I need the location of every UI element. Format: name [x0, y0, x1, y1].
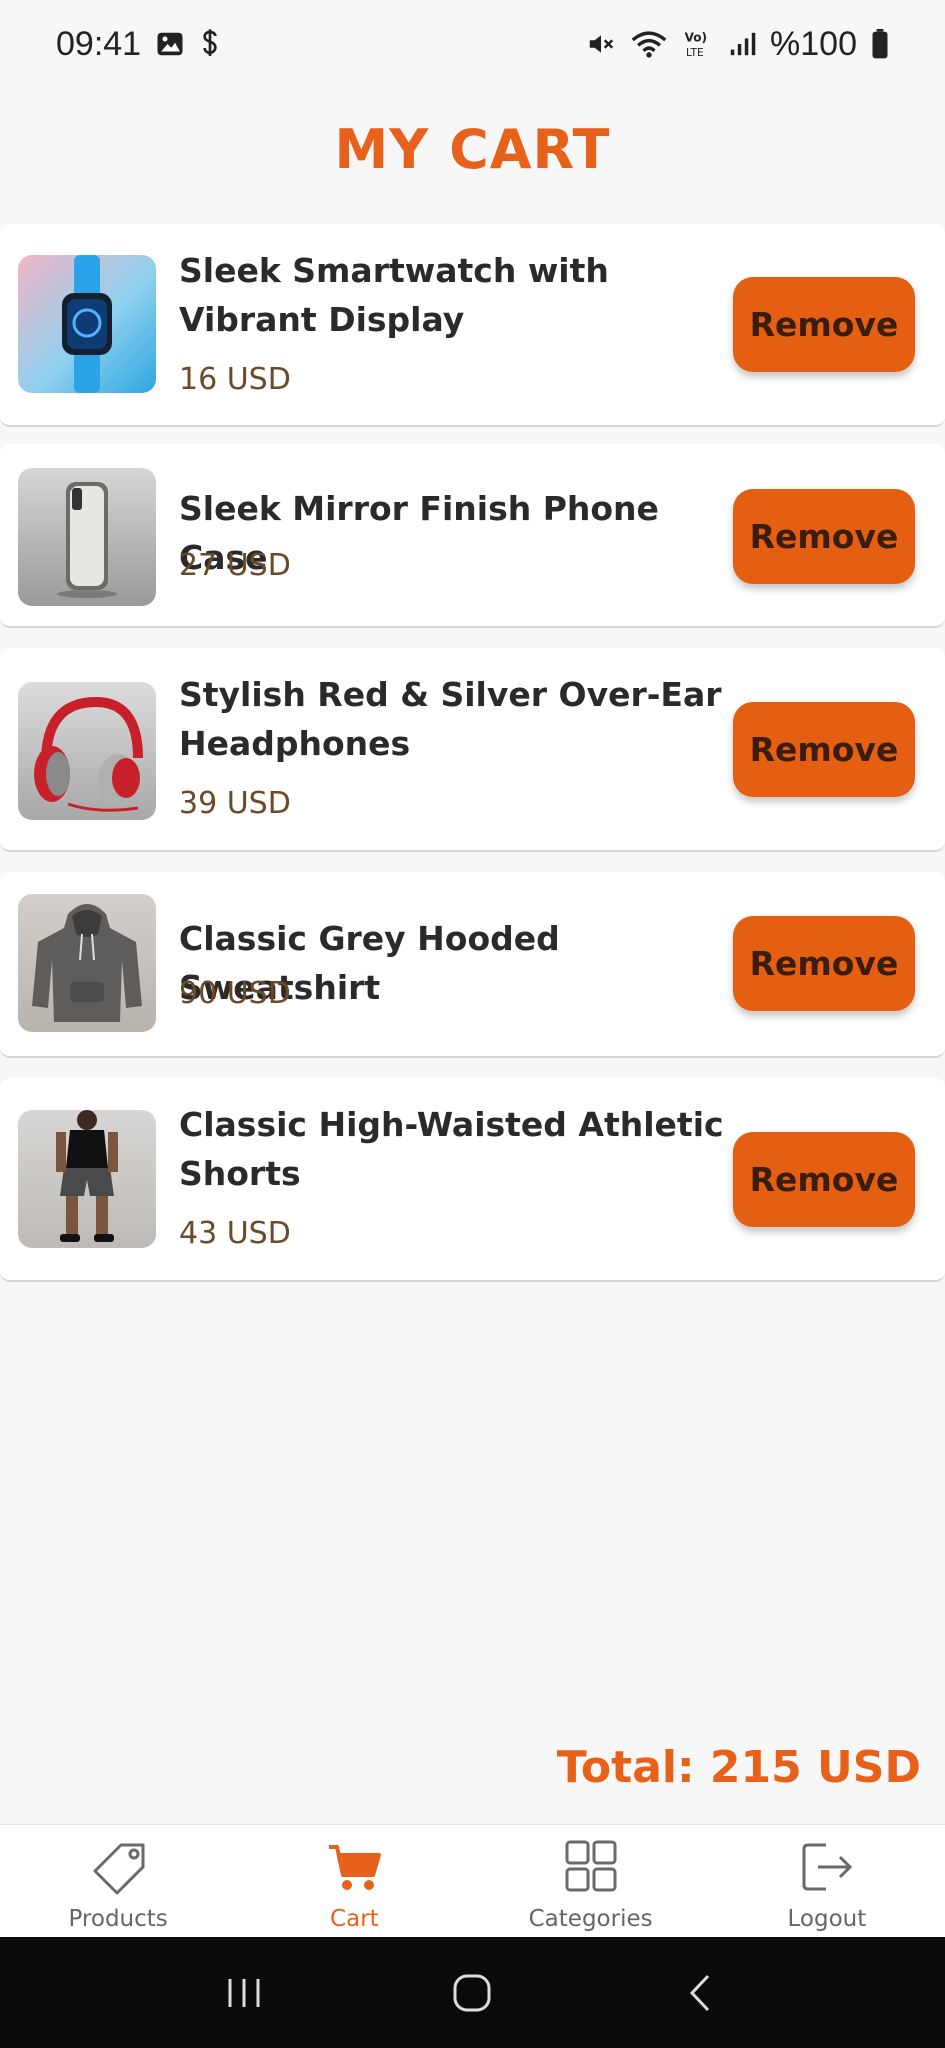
remove-button[interactable]: Remove	[733, 277, 915, 372]
shorts-image	[18, 1110, 156, 1248]
remove-button[interactable]: Remove	[733, 489, 915, 584]
remove-button[interactable]: Remove	[733, 916, 915, 1011]
logout-icon	[796, 1839, 858, 1900]
tag-icon	[87, 1839, 149, 1900]
item-price: 90 USD	[179, 976, 291, 1011]
signal-icon	[728, 30, 756, 58]
list-item: Classic Grey Hooded Sweatshirt 90 USD Re…	[0, 872, 945, 1058]
item-price: 43 USD	[179, 1216, 291, 1251]
recents-icon[interactable]	[204, 1953, 284, 2033]
phone-case-image	[18, 468, 156, 606]
smartwatch-image	[18, 255, 156, 393]
headphones-image	[18, 682, 156, 820]
page-title: MY CART	[334, 118, 611, 181]
list-item: Sleek Smartwatch with Vibrant Display 16…	[0, 224, 945, 427]
nav-label: Categories	[528, 1906, 653, 1932]
status-bar-right: Vo) LTE %100	[586, 25, 889, 64]
item-name: Stylish Red & Silver Over-Ear Headphones	[179, 675, 722, 763]
status-bar-left: 09:41	[56, 25, 221, 64]
remove-button[interactable]: Remove	[733, 1132, 915, 1227]
battery-icon	[871, 29, 889, 59]
cart-total: Total: 215 USD	[556, 1742, 921, 1793]
nav-item-products[interactable]: Products	[0, 1825, 236, 1937]
hoodie-image	[18, 894, 156, 1032]
dollar-icon	[199, 28, 221, 60]
status-bar: 09:41 Vo) LTE %100	[0, 0, 945, 88]
list-item: Classic High-Waisted Athletic Shorts 43 …	[0, 1078, 945, 1282]
nav-label: Products	[68, 1906, 168, 1932]
nav-item-cart[interactable]: Cart	[236, 1825, 472, 1937]
svg-text:Vo): Vo)	[685, 30, 707, 44]
item-name: Classic High-Waisted Athletic Shorts	[179, 1105, 724, 1193]
grid-icon	[560, 1839, 622, 1900]
home-icon[interactable]	[432, 1953, 512, 2033]
nav-label: Logout	[787, 1906, 867, 1932]
svg-text:LTE: LTE	[686, 46, 704, 59]
volte-icon: Vo) LTE	[682, 28, 714, 60]
item-price: 39 USD	[179, 786, 291, 821]
item-price: 16 USD	[179, 362, 291, 397]
bottom-nav: Products Cart Categories Logout	[0, 1824, 945, 1937]
remove-button[interactable]: Remove	[733, 702, 915, 797]
back-icon[interactable]	[661, 1953, 741, 2033]
list-item: Sleek Mirror Finish Phone Case 27 USD Re…	[0, 444, 945, 628]
cart-icon	[323, 1839, 385, 1900]
list-item: Stylish Red & Silver Over-Ear Headphones…	[0, 648, 945, 852]
image-icon	[155, 29, 185, 59]
mute-icon	[586, 29, 616, 59]
status-time: 09:41	[56, 24, 142, 63]
item-price: 27 USD	[179, 548, 291, 583]
nav-label: Cart	[330, 1906, 379, 1932]
nav-item-categories[interactable]: Categories	[473, 1825, 709, 1937]
nav-item-logout[interactable]: Logout	[709, 1825, 945, 1937]
system-nav-bar	[0, 1937, 945, 2048]
battery-percentage: %100	[770, 24, 857, 63]
wifi-icon	[630, 29, 668, 59]
item-name: Sleek Smartwatch with Vibrant Display	[179, 251, 609, 339]
